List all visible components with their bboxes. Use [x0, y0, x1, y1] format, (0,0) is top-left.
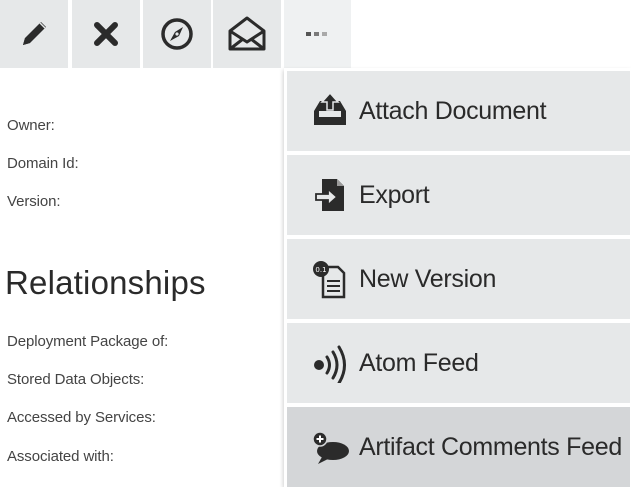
relationship-associated-with: Associated with:	[7, 448, 114, 465]
new-version-icon: 0.1	[307, 256, 353, 302]
delete-button[interactable]	[72, 0, 140, 68]
menu-item-label: Attach Document	[359, 96, 547, 125]
comments-feed-icon	[307, 424, 353, 470]
svg-text:0.1: 0.1	[315, 266, 326, 274]
attach-document-icon	[307, 88, 353, 134]
menu-item-artifact-comments-feed[interactable]: Artifact Comments Feed	[287, 407, 630, 487]
owner-label: Owner:	[7, 117, 55, 134]
relationship-accessed-by-services: Accessed by Services:	[7, 409, 156, 426]
menu-item-attach-document[interactable]: Attach Document	[287, 71, 630, 151]
close-icon	[94, 22, 118, 46]
menu-item-label: Atom Feed	[359, 348, 479, 377]
relationships-title: Relationships	[5, 264, 206, 301]
menu-item-label: New Version	[359, 264, 497, 293]
page: Owner: Domain Id: Version: Relationships…	[0, 0, 631, 487]
menu-item-export[interactable]: Export	[287, 155, 630, 235]
relationship-stored-data-objects: Stored Data Objects:	[7, 371, 145, 388]
domain-id-label: Domain Id:	[7, 155, 79, 172]
more-icon	[305, 32, 327, 36]
relationship-deployment-package: Deployment Package of:	[7, 333, 169, 350]
navigate-button[interactable]	[143, 0, 211, 68]
envelope-icon	[228, 16, 266, 51]
email-button[interactable]	[213, 0, 281, 68]
more-actions-menu: Attach Document Export 0.1 New Version A…	[284, 68, 631, 487]
menu-item-label: Artifact Comments Feed	[359, 432, 622, 461]
menu-item-label: Export	[359, 180, 430, 209]
pencil-icon	[23, 22, 46, 45]
atom-feed-icon	[307, 340, 353, 386]
export-icon	[307, 172, 353, 218]
compass-icon	[161, 18, 193, 50]
menu-item-new-version[interactable]: 0.1 New Version	[287, 239, 630, 319]
more-button[interactable]	[284, 0, 351, 68]
edit-button[interactable]	[0, 0, 68, 68]
menu-item-atom-feed[interactable]: Atom Feed	[287, 323, 630, 403]
version-label: Version:	[7, 193, 61, 210]
